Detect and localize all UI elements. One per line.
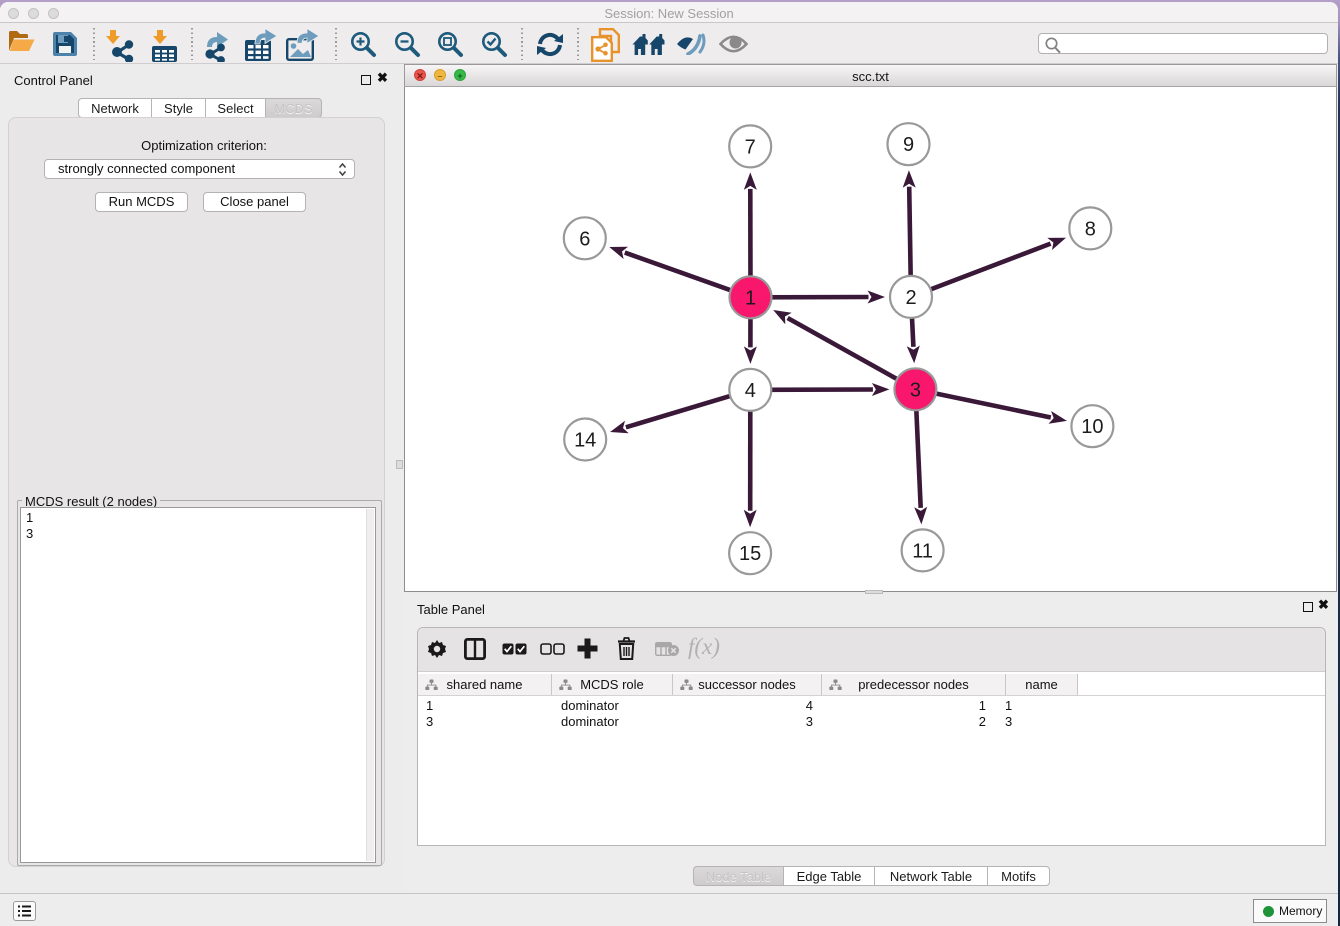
svg-text:14: 14 [574, 430, 596, 452]
svg-text:15: 15 [739, 543, 761, 565]
svg-text:6: 6 [579, 228, 590, 250]
svg-text:2: 2 [905, 287, 916, 309]
svg-text:3: 3 [910, 379, 921, 401]
svg-text:8: 8 [1085, 218, 1096, 240]
svg-text:1: 1 [745, 287, 756, 309]
svg-text:7: 7 [745, 136, 756, 158]
svg-text:10: 10 [1081, 416, 1103, 438]
svg-text:4: 4 [745, 380, 756, 402]
svg-text:9: 9 [903, 134, 914, 156]
svg-text:11: 11 [912, 540, 933, 562]
